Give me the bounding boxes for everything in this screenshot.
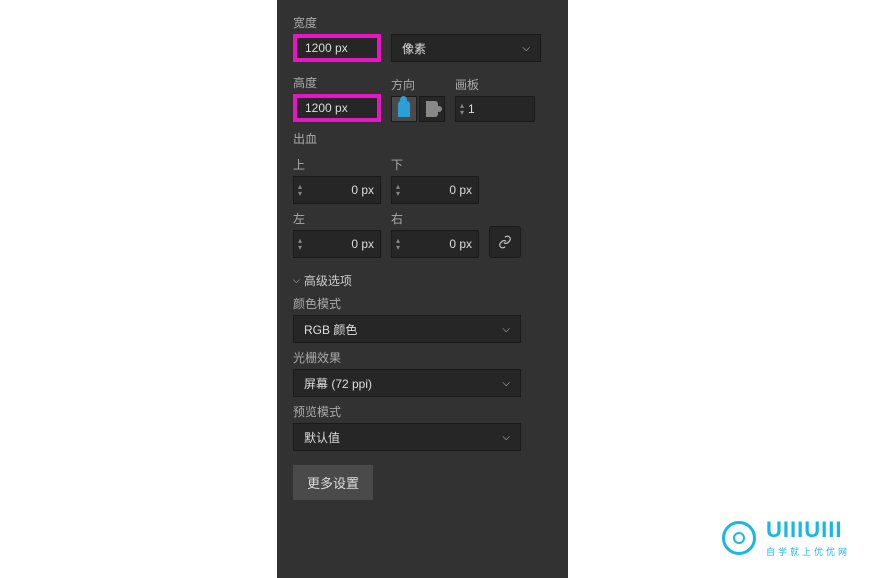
preview-mode-label: 预览模式 xyxy=(293,403,552,420)
orientation-label: 方向 xyxy=(391,76,445,93)
height-value: 1200 px xyxy=(305,101,348,115)
orientation-portrait-button[interactable] xyxy=(391,96,417,122)
bleed-right-input[interactable]: ▴▾ 0 px xyxy=(391,230,479,258)
bleed-top-input[interactable]: ▴▾ 0 px xyxy=(293,176,381,204)
width-input[interactable]: 1200 px xyxy=(293,34,381,62)
bleed-left-stepper[interactable]: ▴▾ xyxy=(298,237,302,251)
chevron-down-icon: ⌵ xyxy=(502,324,510,335)
bleed-top-value: 0 px xyxy=(351,183,374,197)
artboard-count-input[interactable]: ▴▾ 1 xyxy=(455,96,535,122)
chevron-down-icon: ⌵ xyxy=(502,432,510,443)
bleed-top-label: 上 xyxy=(293,156,381,173)
bleed-left-input[interactable]: ▴▾ 0 px xyxy=(293,230,381,258)
artboard-count-value: 1 xyxy=(468,102,475,116)
bleed-bottom-label: 下 xyxy=(391,156,479,173)
bleed-bottom-value: 0 px xyxy=(449,183,472,197)
raster-effects-label: 光栅效果 xyxy=(293,349,552,366)
width-label: 宽度 xyxy=(293,14,552,31)
watermark-subtitle: 自学就上优优网 xyxy=(766,545,850,558)
bleed-right-value: 0 px xyxy=(449,237,472,251)
orientation-landscape-button[interactable] xyxy=(419,96,445,122)
link-icon xyxy=(498,235,512,249)
units-dropdown[interactable]: 像素 ⌵ xyxy=(391,34,541,62)
more-settings-button[interactable]: 更多设置 xyxy=(293,465,373,500)
advanced-options-label: 高级选项 xyxy=(304,272,352,289)
height-label: 高度 xyxy=(293,74,381,91)
bleed-bottom-stepper[interactable]: ▴▾ xyxy=(396,183,400,197)
new-document-panel: 宽度 1200 px 像素 ⌵ 高度 1200 px 方向 画板 ▴▾ xyxy=(277,0,568,578)
units-value: 像素 xyxy=(402,40,426,57)
color-mode-dropdown[interactable]: RGB 颜色 ⌵ xyxy=(293,315,521,343)
link-bleed-button[interactable] xyxy=(489,226,521,258)
artboard-label: 画板 xyxy=(455,76,535,93)
raster-effects-dropdown[interactable]: 屏幕 (72 ppi) ⌵ xyxy=(293,369,521,397)
advanced-options-toggle[interactable]: ⌵ 高级选项 xyxy=(293,272,552,289)
chevron-down-icon: ⌵ xyxy=(502,378,510,389)
bleed-right-label: 右 xyxy=(391,210,479,227)
bleed-label: 出血 xyxy=(293,130,552,147)
watermark-text: UIIIUIII xyxy=(766,517,850,543)
bleed-right-stepper[interactable]: ▴▾ xyxy=(396,237,400,251)
chevron-down-icon: ⌵ xyxy=(522,43,530,54)
chevron-down-icon: ⌵ xyxy=(293,275,300,286)
preview-mode-dropdown[interactable]: 默认值 ⌵ xyxy=(293,423,521,451)
bleed-left-label: 左 xyxy=(293,210,381,227)
color-mode-value: RGB 颜色 xyxy=(304,321,357,338)
width-value: 1200 px xyxy=(305,41,348,55)
preview-mode-value: 默认值 xyxy=(304,429,340,446)
artboard-stepper[interactable]: ▴▾ xyxy=(460,102,464,116)
raster-effects-value: 屏幕 (72 ppi) xyxy=(304,375,372,392)
bleed-bottom-input[interactable]: ▴▾ 0 px xyxy=(391,176,479,204)
height-input[interactable]: 1200 px xyxy=(293,94,381,122)
color-mode-label: 颜色模式 xyxy=(293,295,552,312)
bleed-top-stepper[interactable]: ▴▾ xyxy=(298,183,302,197)
bleed-left-value: 0 px xyxy=(351,237,374,251)
watermark: UIIIUIII 自学就上优优网 xyxy=(722,517,850,558)
lightbulb-icon xyxy=(722,521,756,555)
